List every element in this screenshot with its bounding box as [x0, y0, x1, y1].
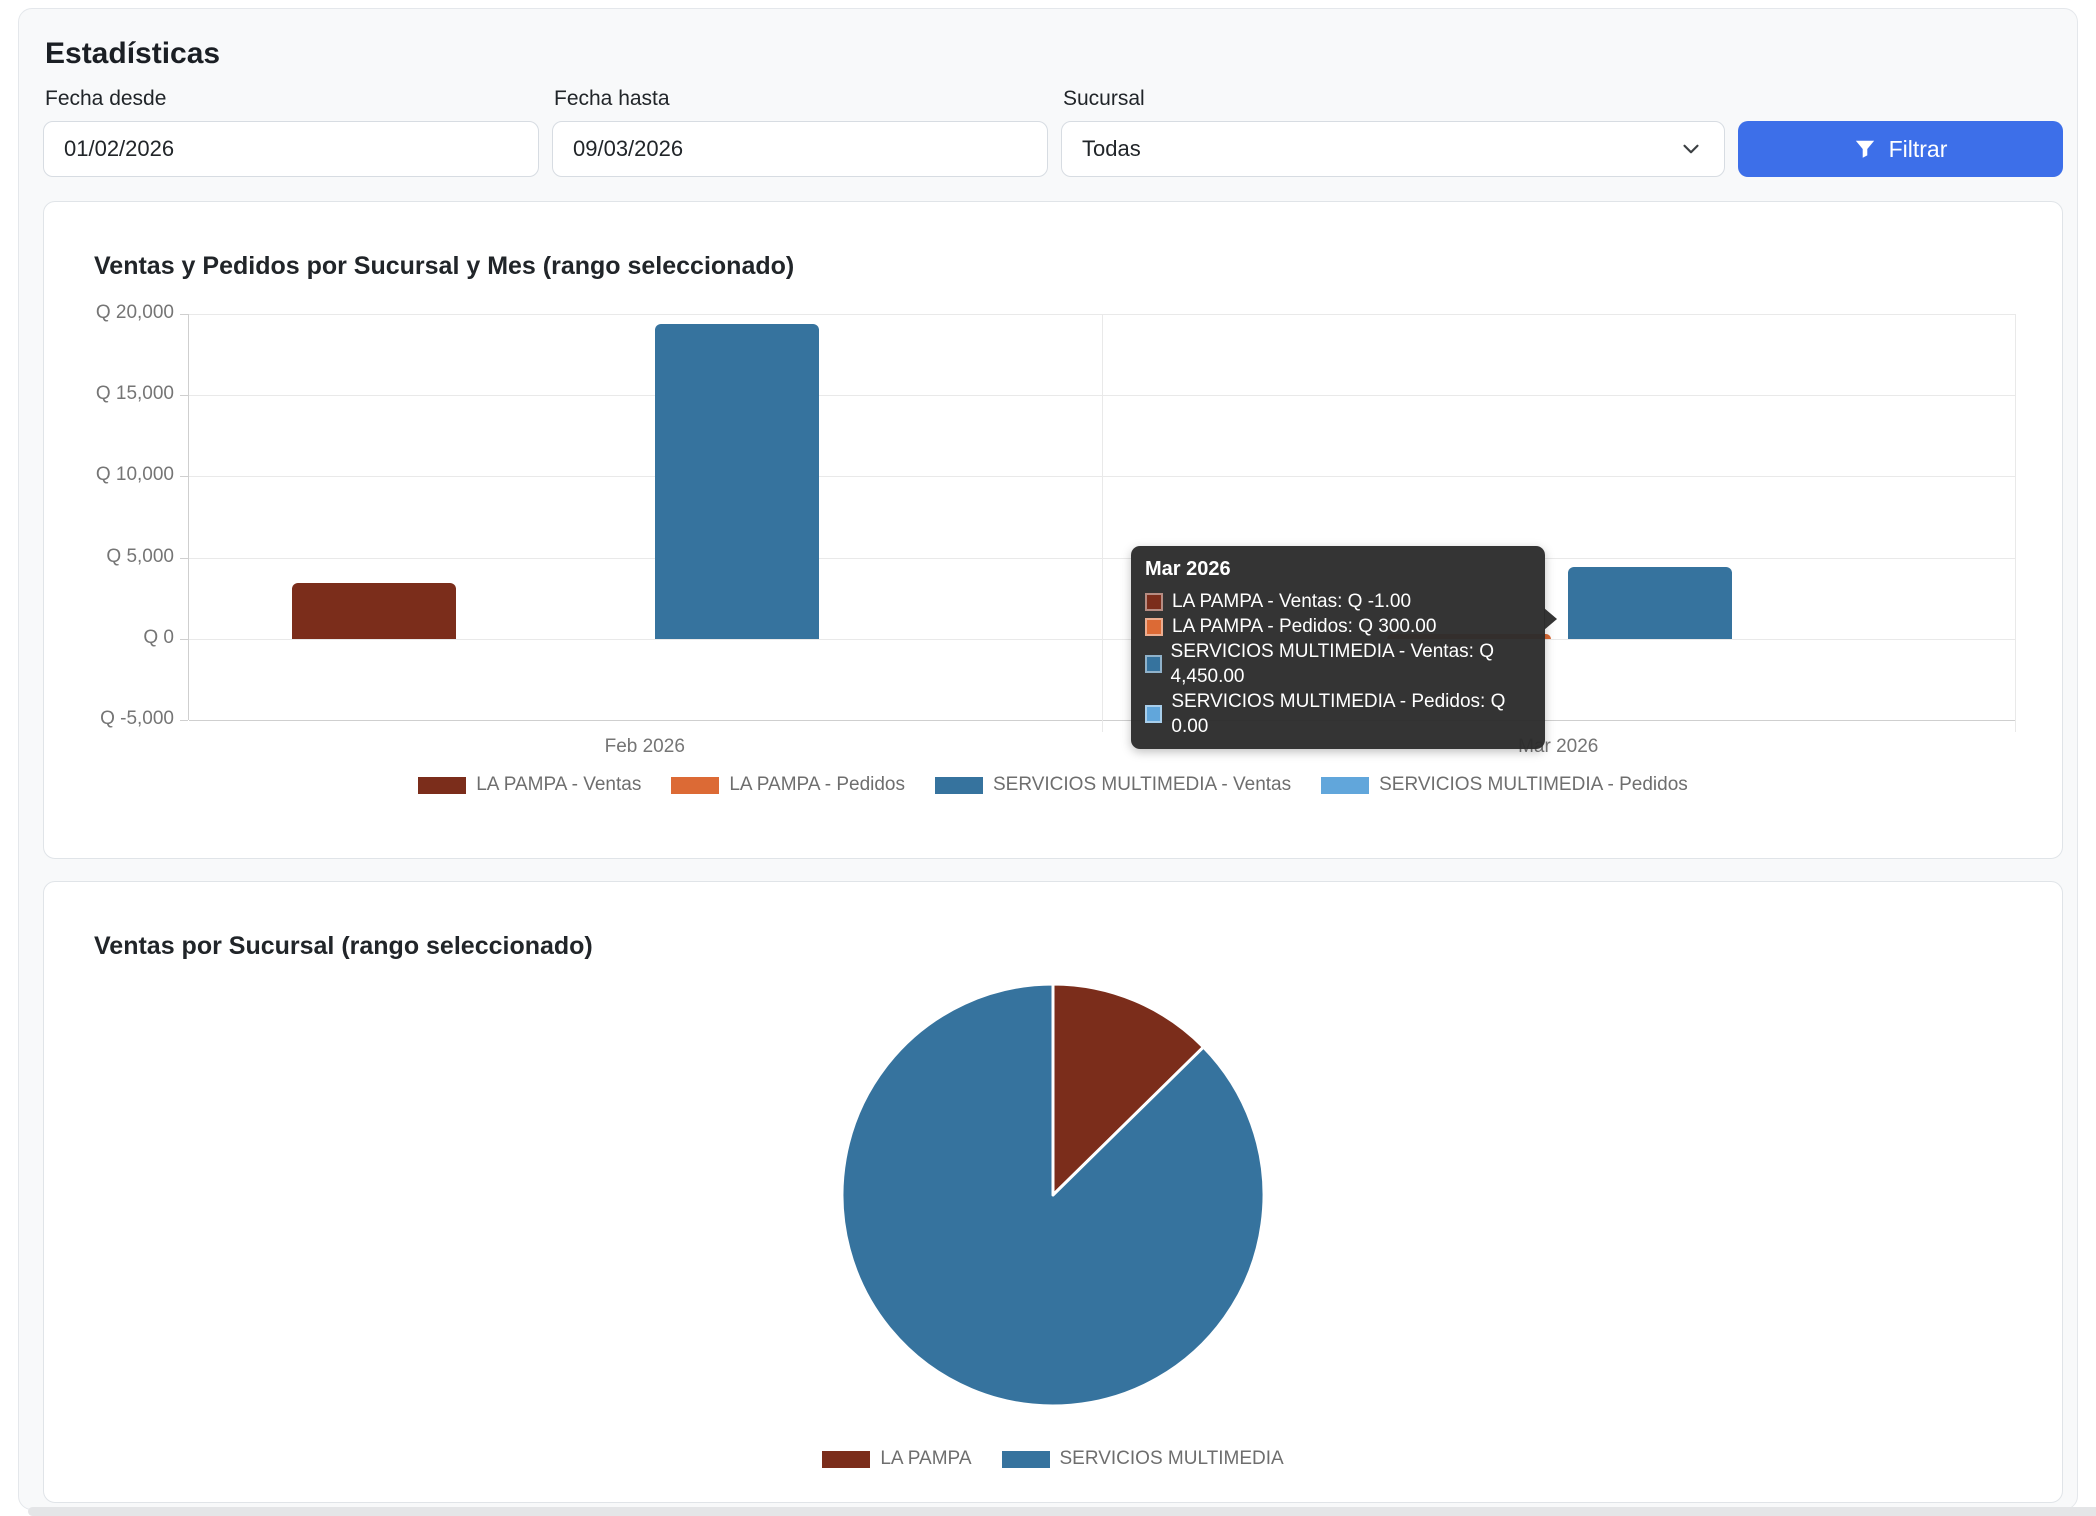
legend-swatch	[935, 777, 983, 794]
tooltip-rows: LA PAMPA - Ventas: Q -1.00LA PAMPA - Ped…	[1145, 589, 1531, 739]
filter-bar: Fecha desde Fecha hasta Sucursal Todas F…	[43, 87, 2063, 177]
gridline	[189, 639, 2016, 640]
bar-chart-card: Ventas y Pedidos por Sucursal y Mes (ran…	[43, 201, 2063, 859]
chevron-down-icon	[1678, 136, 1704, 162]
legend-swatch	[822, 1451, 870, 1468]
tooltip-row-label: SERVICIOS MULTIMEDIA - Pedidos: Q 0.00	[1171, 689, 1531, 739]
bar-servicios-multimedia-ventas[interactable]	[1568, 567, 1732, 639]
sucursal-field: Sucursal Todas	[1061, 87, 1725, 177]
y-axis-tick-mark	[180, 476, 188, 477]
tooltip-swatch	[1145, 705, 1162, 723]
filter-funnel-icon	[1854, 138, 1876, 160]
gridline	[189, 720, 2016, 721]
legend-item[interactable]: SERVICIOS MULTIMEDIA	[1002, 1448, 1284, 1470]
legend-label: SERVICIOS MULTIMEDIA - Ventas	[993, 774, 1291, 796]
legend-label: SERVICIOS MULTIMEDIA - Pedidos	[1379, 774, 1688, 796]
tooltip-row: SERVICIOS MULTIMEDIA - Ventas: Q 4,450.0…	[1145, 639, 1531, 689]
legend-label: LA PAMPA	[880, 1448, 971, 1470]
category-separator-line	[2015, 314, 2016, 732]
legend-label: SERVICIOS MULTIMEDIA	[1060, 1448, 1284, 1470]
filtrar-button-label: Filtrar	[1889, 136, 1948, 163]
tooltip-caret-icon	[1544, 608, 1557, 630]
legend-swatch	[671, 777, 719, 794]
bar-chart-legend: LA PAMPA - Ventas LA PAMPA - Pedidos SERVI…	[44, 774, 2062, 796]
tooltip-row-label: SERVICIOS MULTIMEDIA - Ventas: Q 4,450.0…	[1171, 639, 1531, 689]
gridline	[189, 314, 2016, 315]
stats-panel: Estadísticas Fecha desde Fecha hasta Suc…	[18, 8, 2078, 1510]
pie-chart-title: Ventas por Sucursal (rango seleccionado)	[94, 932, 593, 961]
chart-tooltip: Mar 2026 LA PAMPA - Ventas: Q -1.00LA PA…	[1131, 546, 1545, 749]
fecha-desde-input[interactable]	[43, 121, 539, 177]
bar-chart-plot-area	[188, 314, 2016, 720]
fecha-desde-label: Fecha desde	[45, 87, 539, 111]
fecha-desde-field: Fecha desde	[43, 87, 539, 177]
tooltip-row-label: LA PAMPA - Pedidos: Q 300.00	[1172, 614, 1436, 639]
legend-item[interactable]: LA PAMPA - Pedidos	[671, 774, 905, 796]
y-axis-tick-label: Q 15,000	[44, 383, 174, 405]
fecha-hasta-label: Fecha hasta	[554, 87, 1048, 111]
y-axis-tick-label: Q 0	[44, 627, 174, 649]
bar-servicios-multimedia-ventas[interactable]	[655, 324, 819, 639]
gridline	[189, 476, 2016, 477]
page-title: Estadísticas	[45, 37, 2063, 71]
gridline	[189, 558, 2016, 559]
fecha-hasta-input[interactable]	[552, 121, 1048, 177]
category-separator-line	[1102, 314, 1103, 732]
legend-swatch	[1321, 777, 1369, 794]
tooltip-swatch	[1145, 618, 1163, 636]
legend-item[interactable]: LA PAMPA - Ventas	[418, 774, 641, 796]
sucursal-select[interactable]: Todas	[1061, 121, 1725, 177]
sucursal-selected-value: Todas	[1082, 136, 1141, 162]
legend-label: LA PAMPA - Pedidos	[729, 774, 905, 796]
legend-item[interactable]: SERVICIOS MULTIMEDIA - Ventas	[935, 774, 1291, 796]
filtrar-field: Filtrar	[1738, 121, 2063, 177]
horizontal-scrollbar[interactable]	[28, 1507, 2096, 1516]
fecha-hasta-field: Fecha hasta	[552, 87, 1048, 177]
legend-swatch	[1002, 1451, 1050, 1468]
tooltip-row: LA PAMPA - Pedidos: Q 300.00	[1145, 614, 1531, 639]
legend-label: LA PAMPA - Ventas	[476, 774, 641, 796]
legend-swatch	[418, 777, 466, 794]
sucursal-label: Sucursal	[1063, 87, 1725, 111]
tooltip-row-label: LA PAMPA - Ventas: Q -1.00	[1172, 589, 1411, 614]
y-axis-tick-label: Q 5,000	[44, 546, 174, 568]
tooltip-row: SERVICIOS MULTIMEDIA - Pedidos: Q 0.00	[1145, 689, 1531, 739]
pie-chart-legend: LA PAMPA SERVICIOS MULTIMEDIA	[44, 1448, 2062, 1470]
tooltip-title: Mar 2026	[1145, 557, 1531, 581]
bar-chart-title: Ventas y Pedidos por Sucursal y Mes (ran…	[94, 252, 794, 281]
y-axis-tick-mark	[180, 720, 188, 721]
tooltip-swatch	[1145, 593, 1163, 611]
legend-item[interactable]: LA PAMPA	[822, 1448, 971, 1470]
y-axis-tick-mark	[180, 395, 188, 396]
y-axis-tick-label: Q 20,000	[44, 302, 174, 324]
pie-chart-card: Ventas por Sucursal (rango seleccionado)…	[43, 881, 2063, 1503]
tooltip-swatch	[1145, 655, 1162, 673]
pie-chart[interactable]	[840, 982, 1266, 1408]
y-axis-tick-label: Q -5,000	[44, 708, 174, 730]
gridline	[189, 395, 2016, 396]
filtrar-button[interactable]: Filtrar	[1738, 121, 2063, 177]
y-axis-tick-mark	[180, 639, 188, 640]
tooltip-row: LA PAMPA - Ventas: Q -1.00	[1145, 589, 1531, 614]
y-axis-tick-mark	[180, 558, 188, 559]
legend-item[interactable]: SERVICIOS MULTIMEDIA - Pedidos	[1321, 774, 1688, 796]
x-axis-category-label: Feb 2026	[535, 736, 755, 758]
bar-la-pampa-ventas[interactable]	[292, 583, 456, 639]
y-axis-tick-label: Q 10,000	[44, 464, 174, 486]
y-axis-tick-mark	[180, 314, 188, 315]
